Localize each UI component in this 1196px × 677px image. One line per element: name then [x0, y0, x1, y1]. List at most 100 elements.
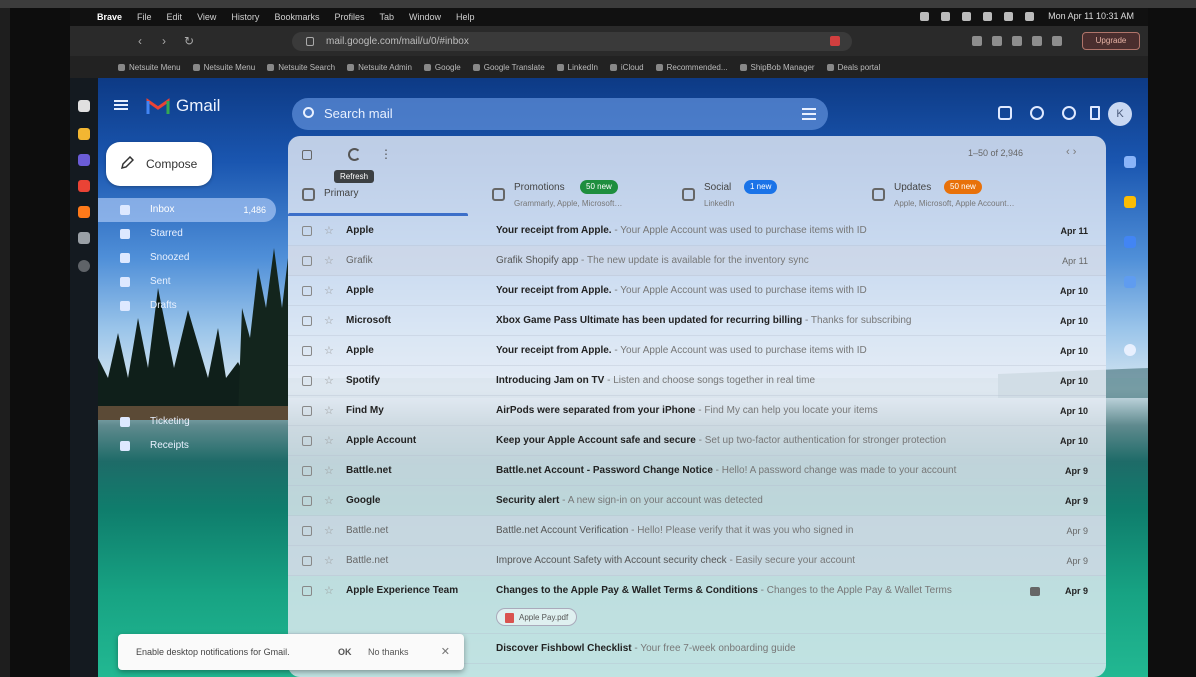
row-checkbox[interactable]	[302, 256, 312, 266]
row-checkbox[interactable]	[302, 346, 312, 356]
sidebar-panel-icon[interactable]	[78, 100, 90, 112]
bookmark-item[interactable]: ShipBob Manager	[739, 63, 815, 72]
row-checkbox[interactable]	[302, 496, 312, 506]
sidebar-app-icon[interactable]	[78, 232, 90, 244]
contacts-icon[interactable]	[1124, 276, 1136, 288]
nav-label-ticketing[interactable]: Ticketing	[98, 410, 278, 434]
star-icon[interactable]: ☆	[324, 426, 334, 456]
sidebar-app-icon[interactable]	[78, 206, 90, 218]
row-checkbox[interactable]	[302, 556, 312, 566]
bookmark-item[interactable]: Netsuite Menu	[192, 63, 255, 72]
battery-icon[interactable]	[1004, 11, 1014, 21]
extension-icon[interactable]	[1032, 36, 1042, 46]
reload-icon[interactable]: ↻	[184, 34, 194, 48]
status-icon[interactable]	[962, 11, 972, 21]
mail-row[interactable]: ☆ Apple Your receipt from Apple. - Your Ap…	[288, 276, 1106, 306]
row-checkbox[interactable]	[302, 286, 312, 296]
row-checkbox[interactable]	[302, 526, 312, 536]
row-checkbox[interactable]	[302, 466, 312, 476]
mail-row[interactable]: ☆ Grafik Grafik Shopify app - The new upda…	[288, 246, 1106, 276]
bookmark-item[interactable]: Netsuite Menu	[118, 63, 181, 72]
tab-promotions[interactable]: Promotions 50 new Grammarly, Apple, Micr…	[478, 172, 668, 220]
mail-row[interactable]: ☆ Apple Account Keep your Apple Account sa…	[288, 426, 1106, 456]
pagination-arrows-icon[interactable]: ‹ ›	[1066, 146, 1076, 158]
extension-icon[interactable]	[1012, 36, 1022, 46]
snackbar-ok-button[interactable]: OK	[338, 634, 352, 670]
mail-row[interactable]: ☆ Battle.net Improve Account Safety with A…	[288, 546, 1106, 576]
tab-primary[interactable]: Primary	[288, 172, 478, 220]
settings-icon[interactable]	[1062, 106, 1076, 120]
sidebar-app-icon[interactable]	[78, 154, 90, 166]
search-input[interactable]: Search mail	[292, 98, 828, 130]
mail-row[interactable]: ☆ Spotify Introducing Jam on TV - Listen a…	[288, 366, 1106, 396]
main-menu-icon[interactable]	[114, 100, 128, 110]
gmail-logo[interactable]: Gmail	[146, 96, 220, 116]
star-icon[interactable]: ☆	[324, 546, 334, 576]
bookmark-item[interactable]: Google	[423, 63, 461, 72]
extension-icon[interactable]	[1052, 36, 1062, 46]
mail-row[interactable]: ☆ Apple Your receipt from Apple. - Your Ap…	[288, 336, 1106, 366]
menu-profiles[interactable]: Profiles	[334, 12, 364, 22]
tab-social[interactable]: Social 1 new LinkedIn	[668, 172, 858, 220]
star-icon[interactable]: ☆	[324, 216, 334, 246]
row-checkbox[interactable]	[302, 436, 312, 446]
row-checkbox[interactable]	[302, 316, 312, 326]
mail-row[interactable]: ☆ Apple Experience Team Changes to the App…	[288, 576, 1106, 634]
star-icon[interactable]: ☆	[324, 456, 334, 486]
status-icon[interactable]	[920, 11, 930, 21]
keep-icon[interactable]	[1124, 196, 1136, 208]
row-checkbox[interactable]	[302, 376, 312, 386]
menu-help[interactable]: Help	[456, 12, 475, 22]
wifi-icon[interactable]	[983, 11, 993, 21]
menu-window[interactable]: Window	[409, 12, 441, 22]
tab-updates[interactable]: Updates 50 new Apple, Microsoft, Apple A…	[858, 172, 1068, 220]
mail-row[interactable]: ☆ Google Security alert - A new sign-in on…	[288, 486, 1106, 516]
calendar-icon[interactable]	[1124, 156, 1136, 168]
menu-file[interactable]: File	[137, 12, 152, 22]
star-icon[interactable]: ☆	[324, 516, 334, 546]
brave-shield-icon[interactable]	[830, 36, 840, 46]
row-checkbox[interactable]	[302, 406, 312, 416]
snackbar-no-thanks-button[interactable]: No thanks	[368, 634, 409, 670]
extension-icon[interactable]	[972, 36, 982, 46]
bookmark-item[interactable]: Deals portal	[826, 63, 880, 72]
mail-row[interactable]: ☆ Microsoft Xbox Game Pass Ultimate has be…	[288, 306, 1106, 336]
back-icon[interactable]: ‹	[138, 34, 142, 48]
star-icon[interactable]: ☆	[324, 276, 334, 306]
nav-label-receipts[interactable]: Receipts	[98, 434, 278, 458]
compose-button[interactable]: Compose	[106, 142, 212, 186]
close-icon[interactable]: ✕	[441, 634, 450, 670]
star-icon[interactable]: ☆	[324, 396, 334, 426]
bookmark-item[interactable]: iCloud	[609, 63, 644, 72]
refresh-icon[interactable]	[348, 148, 361, 161]
sidebar-app-icon[interactable]	[78, 180, 90, 192]
star-icon[interactable]: ☆	[324, 246, 334, 276]
bookmark-item[interactable]: Netsuite Admin	[347, 63, 412, 72]
attachment-chip[interactable]: Apple Pay.pdf	[496, 608, 578, 626]
bookmark-item[interactable]: Recommended...	[655, 63, 728, 72]
menu-tab[interactable]: Tab	[379, 12, 394, 22]
upgrade-button[interactable]: Upgrade	[1082, 32, 1140, 50]
search-icon[interactable]	[303, 107, 314, 118]
apps-icon[interactable]	[1090, 106, 1100, 120]
nav-drafts[interactable]: Drafts	[98, 294, 278, 318]
star-icon[interactable]: ☆	[324, 306, 334, 336]
status-icon[interactable]	[941, 11, 951, 21]
add-icon[interactable]	[78, 260, 90, 272]
more-options-icon[interactable]: ⋮	[380, 148, 392, 160]
row-checkbox[interactable]	[302, 226, 312, 236]
menu-edit[interactable]: Edit	[167, 12, 183, 22]
bookmark-item[interactable]: Google Translate	[472, 63, 545, 72]
address-bar[interactable]: mail.google.com/mail/u/0/#inbox	[292, 32, 852, 51]
extension-icon[interactable]	[992, 36, 1002, 46]
mail-row[interactable]: ☆ Battle.net Battle.net Account - Password…	[288, 456, 1106, 486]
mail-row[interactable]: ☆ Battle.net Battle.net Account Verificati…	[288, 516, 1106, 546]
nav-sent[interactable]: Sent	[98, 270, 278, 294]
bookmark-item[interactable]: LinkedIn	[556, 63, 598, 72]
help-icon[interactable]	[1030, 106, 1044, 120]
row-checkbox[interactable]	[302, 586, 312, 596]
control-center-icon[interactable]	[1025, 11, 1035, 21]
star-icon[interactable]: ☆	[324, 486, 334, 516]
sidebar-app-icon[interactable]	[78, 128, 90, 140]
menu-app-name[interactable]: Brave	[97, 12, 122, 22]
